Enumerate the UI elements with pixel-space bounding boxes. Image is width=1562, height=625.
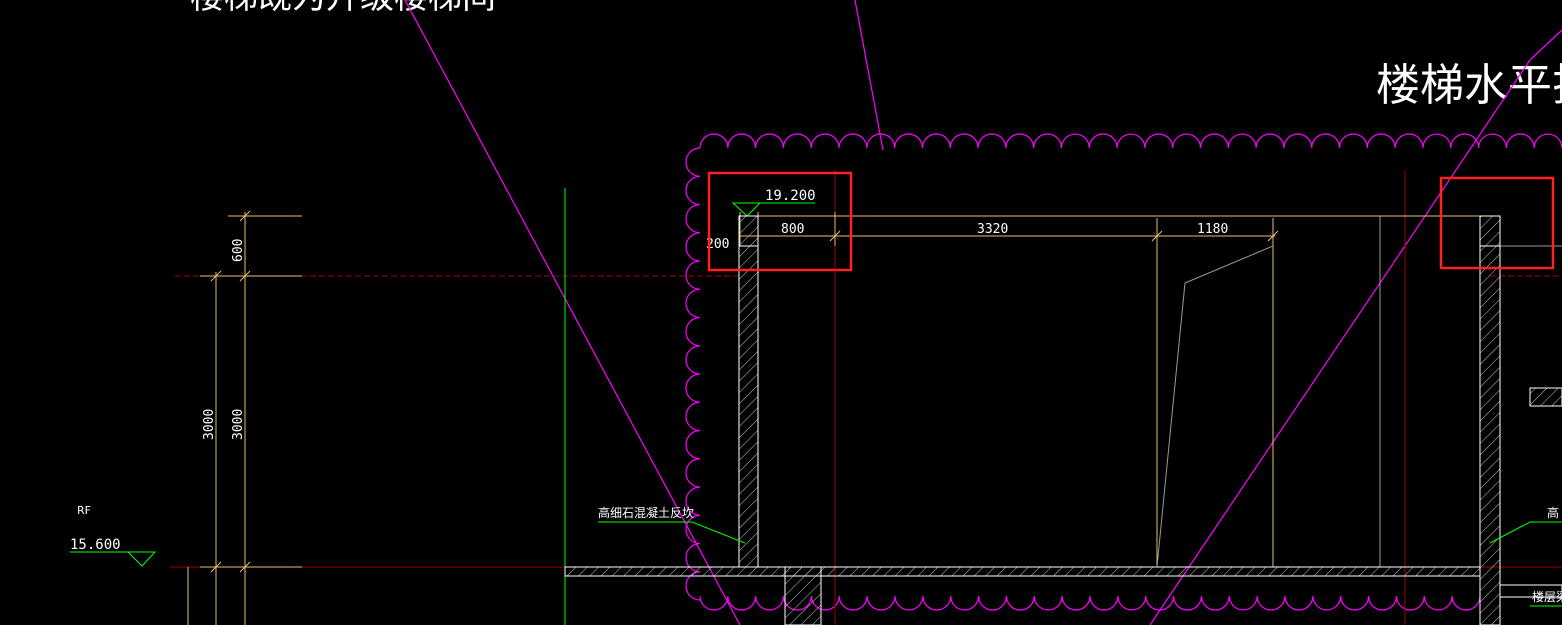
- dim-h-3320: 3320: [977, 222, 1008, 237]
- dim-h-800: 800: [781, 222, 804, 237]
- level-roof-elev: 15.600: [70, 537, 121, 553]
- title-top-left: 楼梯既为升级楼梯间: [190, 0, 496, 17]
- title-top-right: 楼梯水平扶: [1376, 60, 1562, 111]
- axis-lines: [170, 170, 1562, 625]
- revision-cloud: [685, 133, 1562, 611]
- level-roof-label: RF: [77, 504, 91, 517]
- note-right-group: 高 楼层梁: [1489, 505, 1562, 607]
- hatched-element-right: [1529, 387, 1562, 407]
- cad-drawing-canvas[interactable]: 楼梯既为升级楼梯间 楼梯水平扶 600 3000 3: [0, 0, 1562, 625]
- horizontal-dimensions: [739, 212, 1500, 567]
- dim-v-3000-outer: 3000: [202, 409, 217, 440]
- note-left-group: 高细石混凝土反坎: [598, 505, 746, 544]
- level-marker-top: 19.200: [731, 188, 816, 217]
- wall-left: [738, 215, 759, 568]
- roof-slab: [564, 566, 1562, 625]
- note-floor-right: 楼层梁: [1532, 589, 1562, 604]
- dim-h-1180: 1180: [1197, 222, 1228, 237]
- note-right: 高: [1547, 505, 1559, 520]
- dim-v-3000-inner: 3000: [231, 409, 246, 440]
- note-left: 高细石混凝土反坎: [598, 505, 694, 520]
- wall-right: [1479, 215, 1501, 625]
- level-top-elev: 19.200: [765, 188, 816, 204]
- level-marker-roof: RF 15.600: [70, 504, 157, 567]
- dim-v-600: 600: [231, 239, 246, 262]
